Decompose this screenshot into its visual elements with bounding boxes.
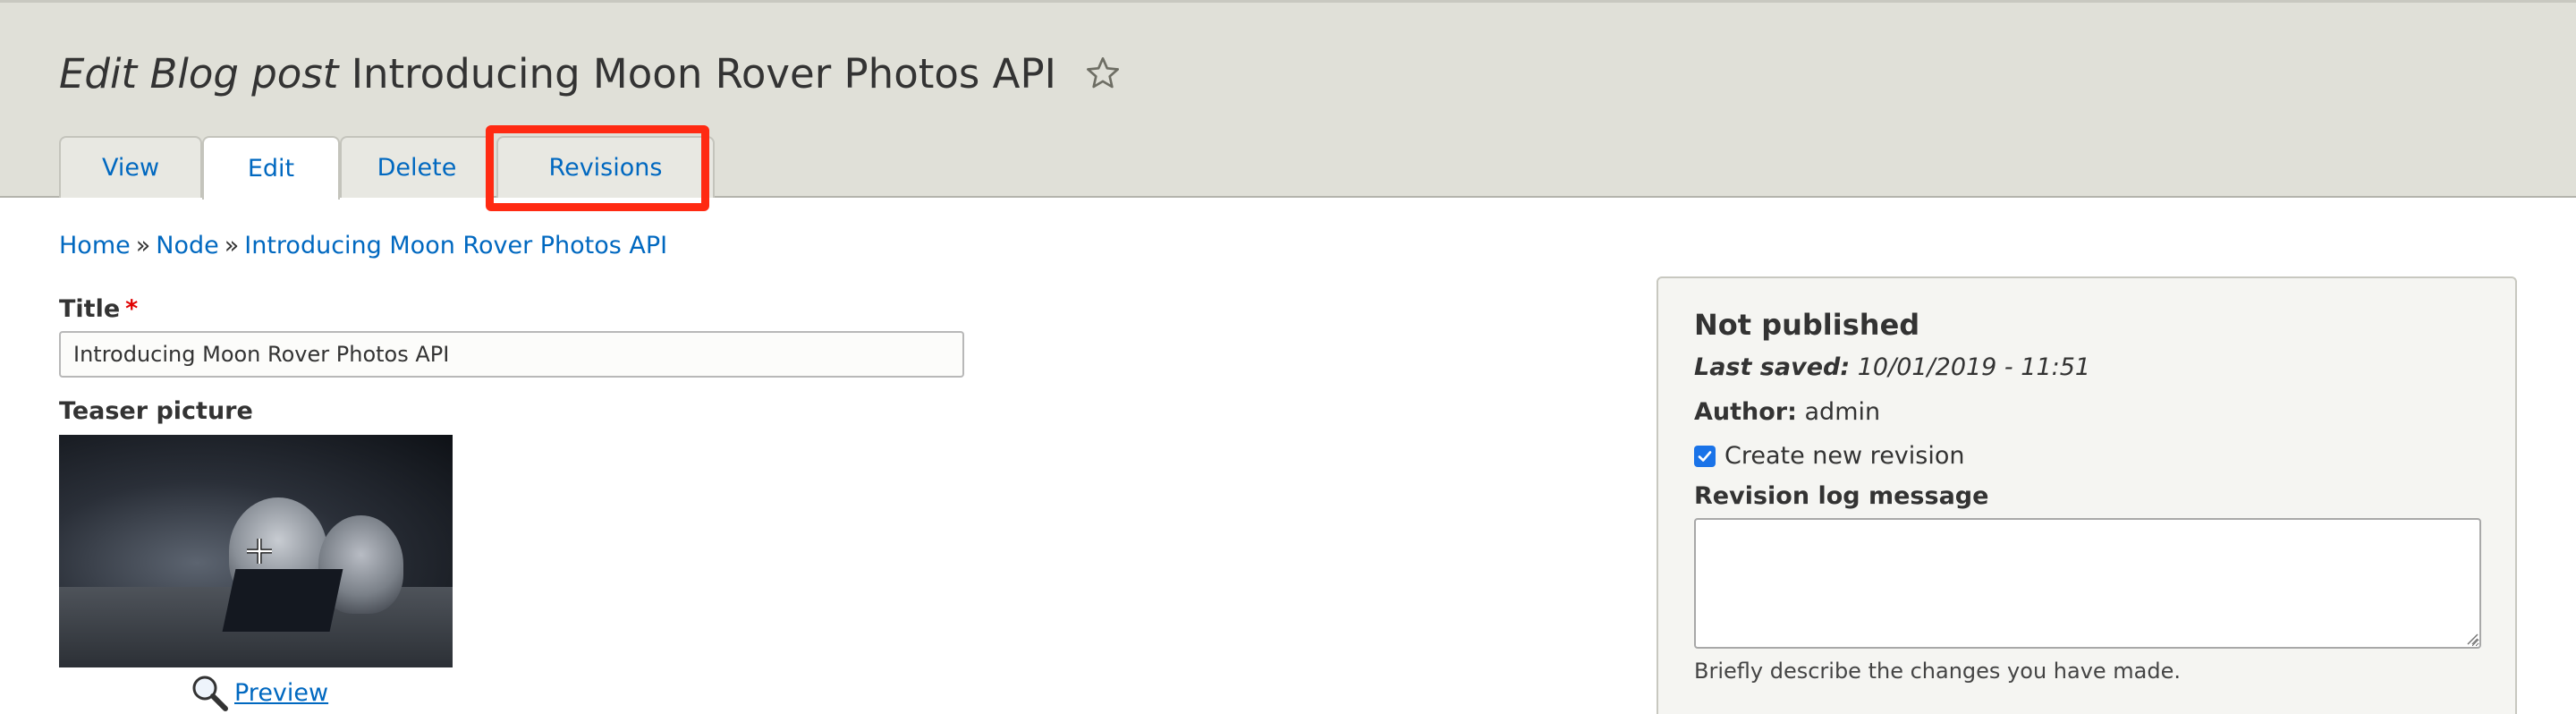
teaser-laptop (222, 569, 343, 632)
last-saved: Last saved: 10/01/2019 - 11:51 (1694, 353, 2090, 381)
title-label-text: Title (59, 295, 121, 323)
tab-delete-label: Delete (377, 154, 457, 182)
title-input[interactable] (59, 331, 964, 378)
breadcrumb-separator: » (224, 232, 240, 259)
author-value: admin (1804, 398, 1881, 426)
tab-revisions-label: Revisions (548, 154, 663, 182)
preview-label: Preview (234, 678, 329, 707)
last-saved-label: Last saved: (1694, 353, 1851, 381)
teaser-picture-label: Teaser picture (59, 397, 253, 425)
create-revision-checkbox[interactable] (1694, 445, 1716, 467)
page-title-type: Edit Blog post (59, 50, 339, 98)
author-label: Author: (1694, 398, 1797, 426)
revision-log-help: Briefly describe the changes you have ma… (1694, 659, 2182, 684)
create-revision-label: Create new revision (1724, 442, 1965, 470)
checkmark-icon (1698, 450, 1712, 462)
magnifier-icon (192, 676, 228, 711)
breadcrumb-node[interactable]: Node (156, 232, 218, 259)
tab-view[interactable]: View (59, 136, 202, 198)
publish-status: Not published (1694, 308, 1920, 342)
tab-delete[interactable]: Delete (340, 136, 494, 198)
resize-grip-icon[interactable] (2466, 633, 2479, 645)
tab-edit[interactable]: Edit (202, 136, 340, 200)
preview-link[interactable]: Preview (190, 673, 328, 712)
tab-edit-label: Edit (247, 155, 295, 183)
crosshair-cursor-icon (247, 539, 272, 564)
page-title: Edit Blog post Introducing Moon Rover Ph… (59, 49, 1121, 103)
title-label: Title * (59, 295, 138, 323)
create-revision-row[interactable]: Create new revision (1694, 442, 1964, 470)
breadcrumb-current[interactable]: Introducing Moon Rover Photos API (244, 232, 667, 259)
breadcrumb-separator: » (135, 232, 151, 259)
page-title-name: Introducing Moon Rover Photos API (351, 50, 1056, 98)
teaser-picture-image[interactable] (59, 435, 453, 667)
breadcrumb: Home» Node» Introducing Moon Rover Photos … (59, 230, 667, 262)
author: Author: admin (1694, 398, 1880, 426)
revision-log-label: Revision log message (1694, 482, 1989, 510)
star-outline-icon[interactable] (1085, 53, 1121, 103)
required-marker: * (125, 295, 139, 323)
breadcrumb-home[interactable]: Home (59, 232, 131, 259)
last-saved-value: 10/01/2019 - 11:51 (1857, 353, 2091, 381)
tab-view-label: View (101, 154, 160, 182)
revision-log-textarea[interactable] (1694, 518, 2481, 649)
tab-revisions[interactable]: Revisions (496, 136, 715, 198)
